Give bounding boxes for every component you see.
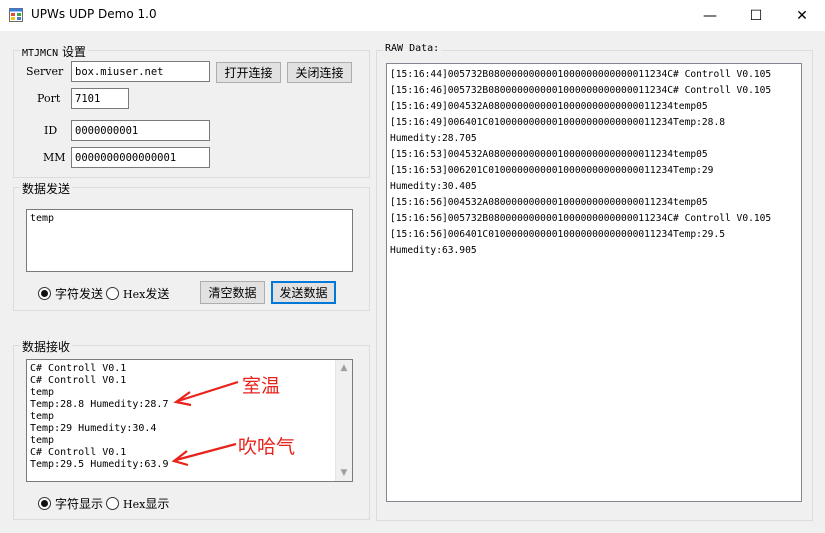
minimize-button[interactable]: —	[687, 0, 733, 31]
receive-radio-char[interactable]: 字符显示	[38, 495, 103, 512]
maximize-button[interactable]: ☐	[733, 0, 779, 31]
send-group-title: 数据发送	[20, 180, 73, 197]
send-radio-hex[interactable]: Hex发送	[106, 285, 169, 302]
annotation-room-temp: 室温	[242, 375, 281, 397]
receive-group-title: 数据接收	[20, 338, 73, 355]
settings-group-title: MTJMCN 设置	[20, 43, 88, 60]
annotation-arrow-room-temp-icon	[173, 380, 239, 407]
open-connection-button[interactable]: 打开连接	[216, 62, 281, 83]
raw-data-line: [15:16:49]004532A08000000000010000000000…	[390, 101, 708, 112]
send-radio-char-indicator	[38, 287, 51, 300]
send-radio-char-label: 字符发送	[55, 287, 104, 301]
mm-input[interactable]	[71, 147, 210, 168]
window-title: UPWs UDP Demo 1.0	[31, 7, 157, 21]
server-label: Server	[26, 65, 64, 78]
app-window-icon	[9, 8, 23, 22]
raw-data-line: Humedity:30.405	[390, 181, 477, 192]
raw-data-line: [15:16:49]006401C01000000000010000000000…	[390, 117, 726, 128]
raw-data-line: [15:16:44]005732B08000000000010000000000…	[390, 69, 772, 80]
port-input[interactable]	[71, 88, 129, 109]
annotation-breath: 吹哈气	[238, 436, 296, 458]
raw-data-line: Humedity:28.705	[390, 133, 477, 144]
receive-radio-char-indicator	[38, 497, 51, 510]
title-bar: UPWs UDP Demo 1.0 — ☐ ✕	[0, 0, 825, 31]
raw-data-line: [15:16:56]005732B08000000000010000000000…	[390, 213, 772, 224]
mm-label: MM	[43, 151, 66, 164]
server-input[interactable]	[71, 61, 210, 82]
send-textarea[interactable]: temp	[26, 209, 353, 272]
close-connection-button[interactable]: 关闭连接	[287, 62, 352, 83]
scroll-down-arrow-icon[interactable]: ▼	[336, 465, 352, 481]
raw-data-listbox[interactable]: [15:16:44]005732B08000000000010000000000…	[386, 63, 802, 502]
clear-data-button[interactable]: 清空数据	[200, 281, 265, 304]
raw-data-group-title: RAW Data:	[383, 43, 442, 54]
raw-data-line: [15:16:56]006401C01000000000010000000000…	[390, 229, 726, 240]
send-radio-hex-label: Hex发送	[123, 287, 170, 301]
raw-data-lines: [15:16:44]005732B08000000000010000000000…	[387, 64, 801, 259]
receive-radio-hex-indicator	[106, 497, 119, 510]
port-label: Port	[37, 92, 61, 105]
raw-data-line: [15:16:53]004532A08000000000010000000000…	[390, 149, 708, 160]
raw-data-line: [15:16:56]004532A08000000000010000000000…	[390, 197, 708, 208]
id-label: ID	[44, 124, 58, 137]
raw-data-line: Humedity:63.905	[390, 245, 477, 256]
raw-data-line: [15:16:53]006201C01000000000010000000000…	[390, 165, 714, 176]
receive-radio-hex[interactable]: Hex显示	[106, 495, 169, 512]
annotation-arrow-breath-icon	[171, 442, 237, 467]
receive-radio-hex-label: Hex显示	[123, 497, 170, 511]
close-window-button[interactable]: ✕	[779, 0, 825, 31]
send-data-button[interactable]: 发送数据	[271, 281, 336, 304]
receive-scrollbar[interactable]: ▲ ▼	[335, 360, 352, 481]
receive-radio-char-label: 字符显示	[55, 497, 104, 511]
send-radio-char[interactable]: 字符发送	[38, 285, 103, 302]
send-radio-hex-indicator	[106, 287, 119, 300]
scroll-up-arrow-icon[interactable]: ▲	[336, 360, 352, 376]
id-input[interactable]	[71, 120, 210, 141]
raw-data-line: [15:16:46]005732B08000000000010000000000…	[390, 85, 772, 96]
